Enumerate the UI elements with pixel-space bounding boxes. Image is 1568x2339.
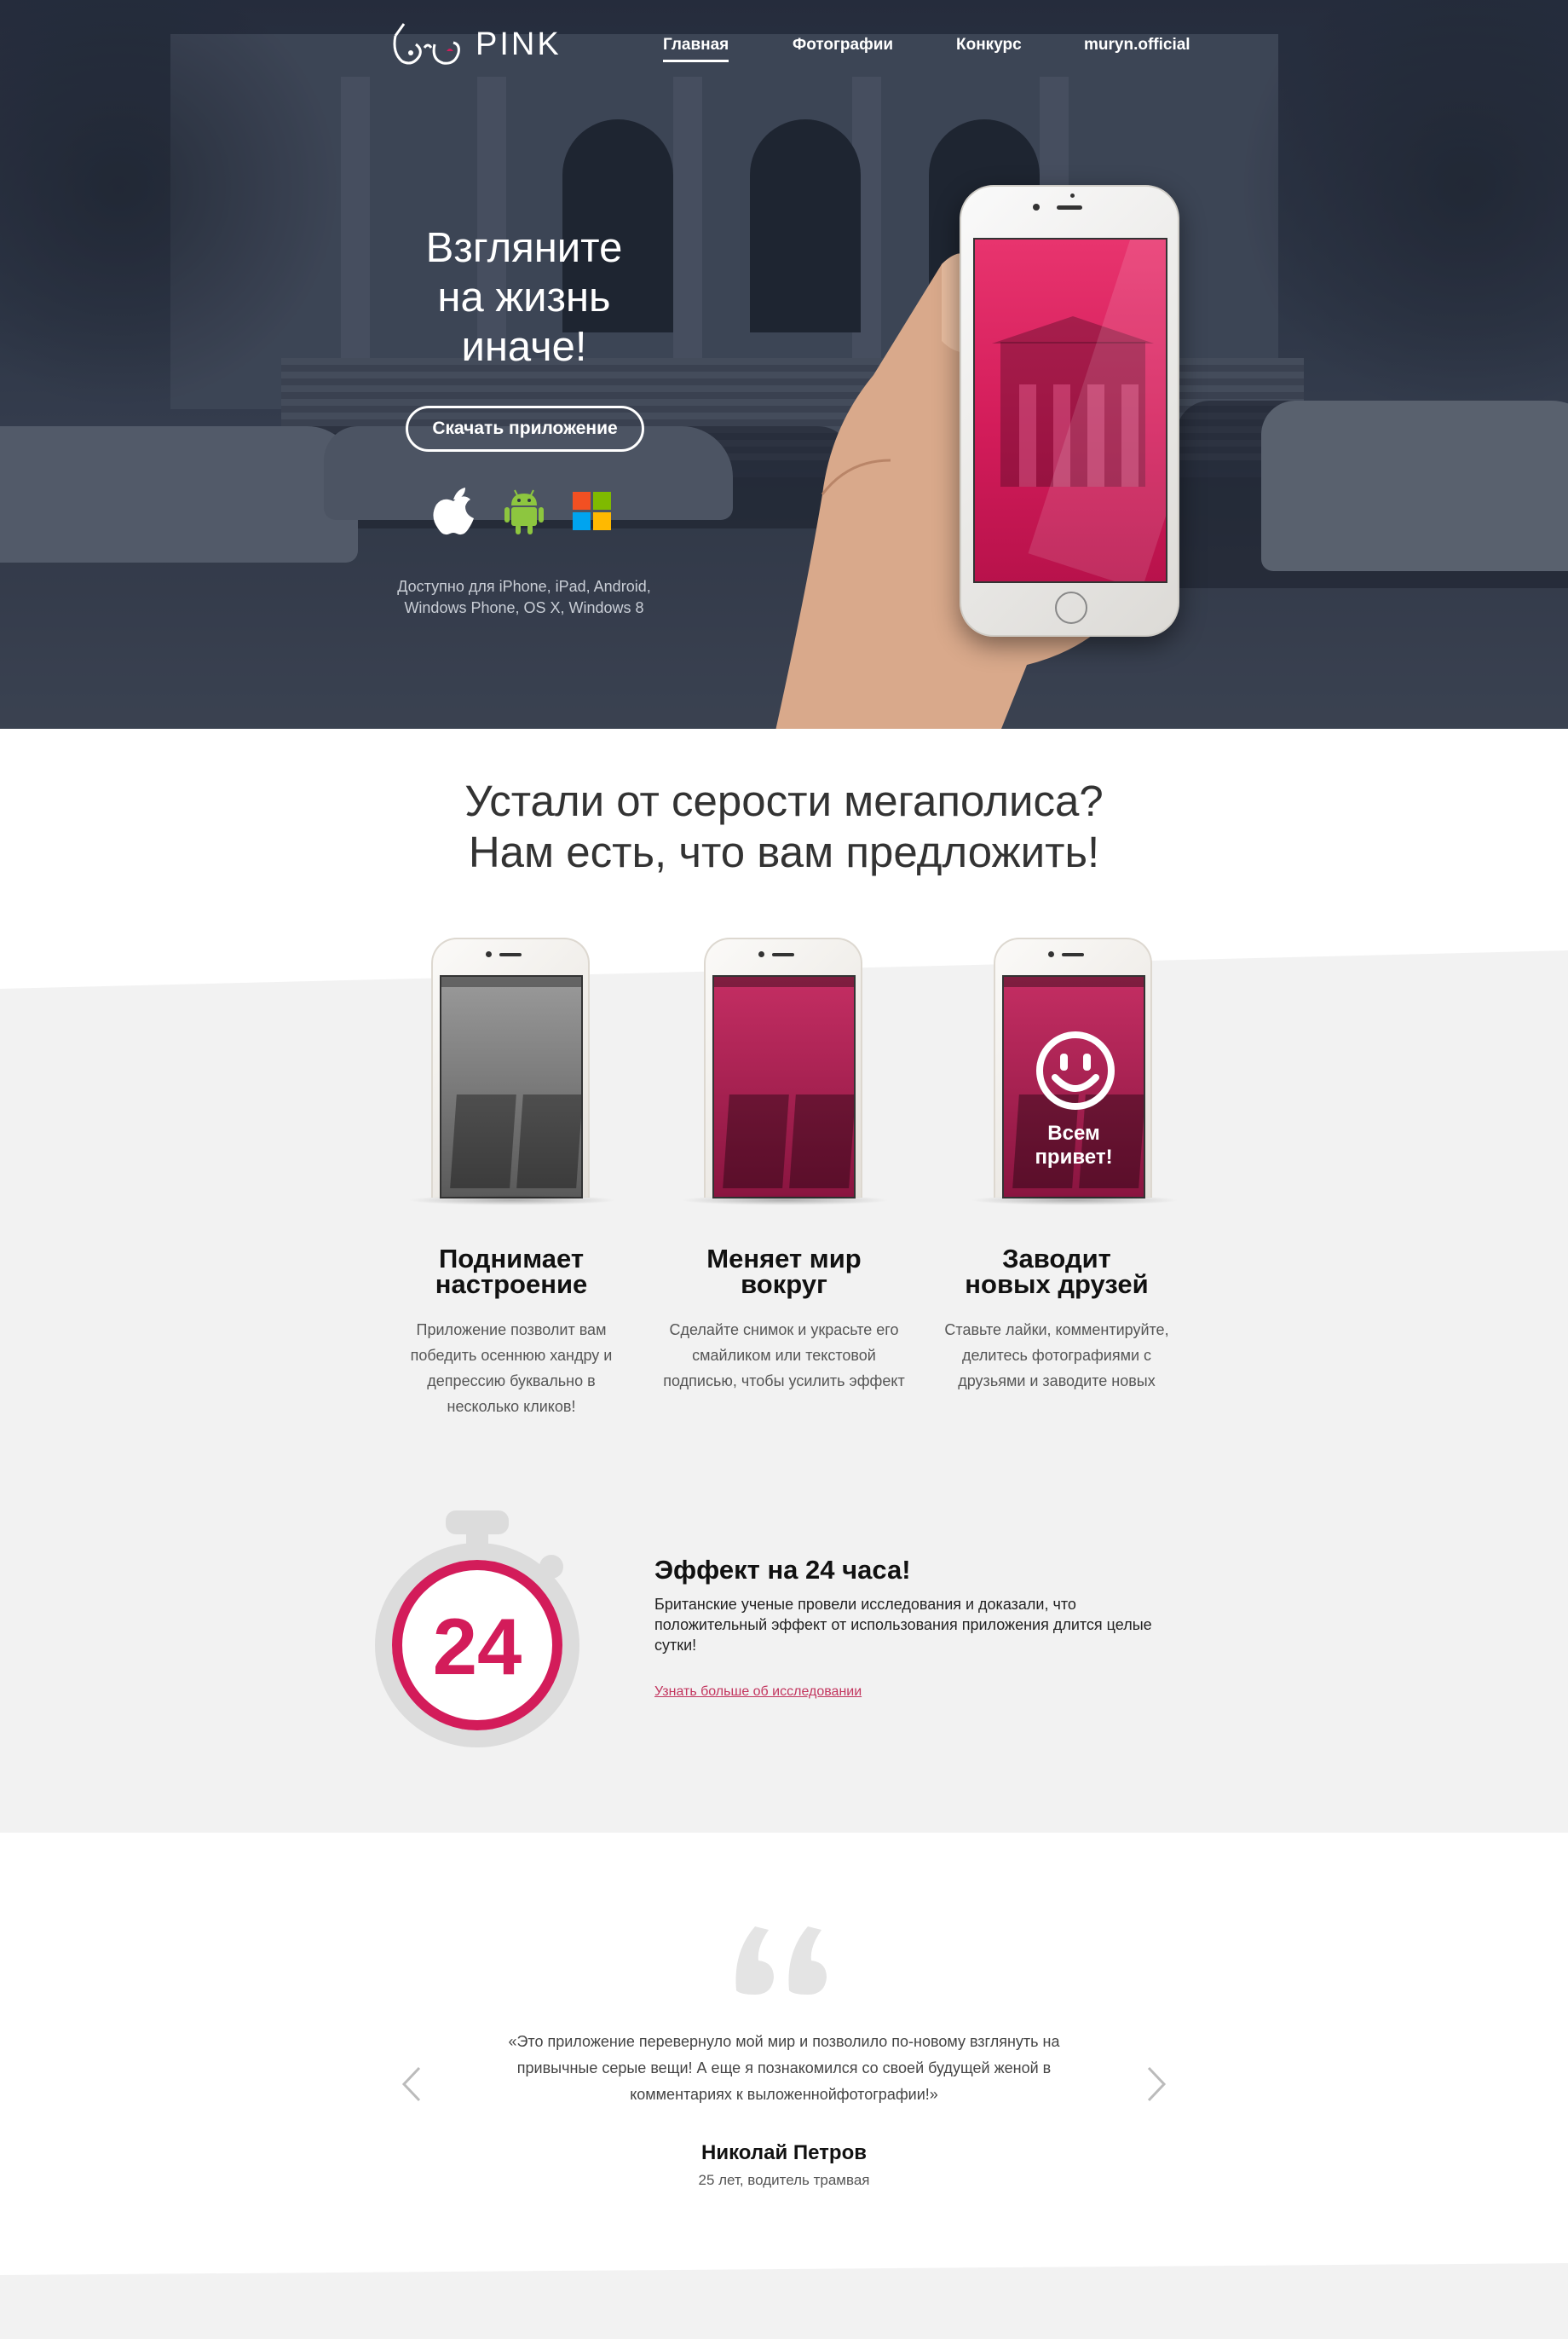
footer-background xyxy=(0,2263,1568,2339)
phone-screen-pink xyxy=(712,975,856,1198)
review-text-line: «Это приложение перевернуло мой мир и по… xyxy=(508,2033,1060,2050)
phone-speaker xyxy=(499,953,522,956)
phone-shadow xyxy=(970,1195,1179,1205)
screen-trash-bin xyxy=(789,1094,854,1188)
feature-text-line: делитесь фотографиями с xyxy=(961,1347,1151,1364)
feature-title-line: Заводит xyxy=(1002,1244,1111,1273)
next-arrow-icon[interactable] xyxy=(1142,2065,1171,2104)
effect-text-line: сутки! xyxy=(654,1637,697,1654)
feature-title-line: новых друзей xyxy=(965,1269,1149,1299)
phone-camera xyxy=(758,951,764,957)
phone-speaker xyxy=(772,953,794,956)
timer-number: 24 xyxy=(433,1602,522,1691)
feature-text-world: Сделайте снимок и украсьте его смайликом… xyxy=(656,1317,912,1394)
feature-title-line: Поднимает xyxy=(438,1244,585,1273)
feature-text-line: победить осеннюю хандру и xyxy=(410,1347,613,1364)
feature-text-mood: Приложение позволит вам победить осеннюю… xyxy=(383,1317,639,1419)
screen-trash-bin xyxy=(450,1094,516,1188)
download-app-button[interactable]: Скачать приложение xyxy=(406,406,644,452)
review-text-line: привычные серые вещи! А еще я познакомил… xyxy=(516,2059,1052,2076)
smiley-icon xyxy=(1036,1031,1115,1110)
screen-pillar xyxy=(1019,384,1036,487)
feature-title-friends: Заводит новых друзей xyxy=(929,1244,1185,1299)
phone-camera xyxy=(486,951,492,957)
phone-caption-line: Всем xyxy=(1047,1122,1100,1145)
effect-text: Британские ученые провели исследования и… xyxy=(654,1594,1183,1655)
feature-phone-friends: Всем привет! xyxy=(970,938,1179,1205)
feature-title-line: Меняет мир xyxy=(706,1244,862,1273)
effect-text-line: положительный эффект от использования пр… xyxy=(654,1616,1152,1633)
nav-item-home[interactable]: Главная xyxy=(663,36,729,62)
screen-trash-bin xyxy=(516,1094,581,1188)
windows-icon[interactable] xyxy=(573,492,612,531)
feature-text-line: Сделайте снимок и украсьте его xyxy=(669,1321,899,1338)
features-heading-line: Нам есть, что вам предложить! xyxy=(468,828,1100,876)
hero-title-line: Взгляните xyxy=(425,225,623,271)
feature-text-friends: Ставьте лайки, комментируйте, делитесь ф… xyxy=(929,1317,1185,1394)
nav-item-photos[interactable]: Фотографии xyxy=(793,36,893,55)
availability-note: Доступно для iPhone, iPad, Android, Wind… xyxy=(366,576,682,619)
phone-shadow xyxy=(680,1195,890,1205)
hero-title: Взгляните на жизнь иначе! xyxy=(341,223,707,372)
android-icon[interactable] xyxy=(504,488,544,534)
phone-status-bar xyxy=(441,977,581,987)
phone-screen xyxy=(973,238,1167,583)
feature-text-line: смайликом или текстовой xyxy=(692,1347,876,1364)
nav-item-official[interactable]: muryn.official xyxy=(1084,36,1190,55)
research-link[interactable]: Узнать больше об исследовании xyxy=(654,1684,862,1700)
phone-screen-grayscale xyxy=(440,975,583,1198)
review-author-name: Николай Петров xyxy=(701,2141,867,2164)
feature-text-line: Ставьте лайки, комментируйте, xyxy=(944,1321,1169,1338)
phone-caption: Всем привет! xyxy=(1004,1122,1144,1170)
phone-camera xyxy=(1048,951,1054,957)
logo-text: PINK xyxy=(476,26,562,62)
features-heading: Устали от серости мегаполиса? Нам есть, … xyxy=(358,776,1210,878)
feature-phone-world xyxy=(680,938,890,1205)
phone-screen-smiley: Всем привет! xyxy=(1002,975,1145,1198)
feature-phone-mood xyxy=(407,938,617,1205)
review-author-role: 25 лет, водитель трамвая xyxy=(698,2172,870,2188)
hero-title-line: иначе! xyxy=(461,324,587,370)
effect-title: Эффект на 24 часа! xyxy=(654,1555,911,1585)
phone-status-bar xyxy=(714,977,854,987)
availability-line: Windows Phone, OS X, Windows 8 xyxy=(404,599,644,616)
prev-arrow-icon[interactable] xyxy=(397,2065,426,2104)
feature-text-line: друзьями и заводите новых xyxy=(958,1372,1156,1389)
features-heading-line: Устали от серости мегаполиса? xyxy=(464,777,1104,825)
apple-icon[interactable] xyxy=(431,486,476,537)
phone-speaker xyxy=(1062,953,1084,956)
review-text-line: комментариях к выложеннойфотографии!» xyxy=(630,2086,938,2103)
feature-title-world: Меняет мир вокруг xyxy=(656,1244,912,1299)
phone-speaker xyxy=(1057,205,1082,210)
nav-item-contest[interactable]: Конкурс xyxy=(956,36,1022,55)
platform-icons xyxy=(431,486,612,537)
feature-title-mood: Поднимает настроение xyxy=(383,1244,639,1299)
feature-text-line: Приложение позволит вам xyxy=(416,1321,607,1338)
feature-title-line: вокруг xyxy=(741,1269,827,1299)
availability-line: Доступно для iPhone, iPad, Android, xyxy=(397,578,651,595)
phone-camera xyxy=(1033,204,1040,211)
quote-icon xyxy=(735,1926,827,1995)
phone-home-button xyxy=(1055,592,1087,624)
stopwatch-icon: 24 xyxy=(375,1510,579,1747)
phone-sensor xyxy=(1070,193,1075,198)
screen-trash-bin xyxy=(723,1094,789,1188)
hero-phone xyxy=(960,185,1179,637)
phone-status-bar xyxy=(1004,977,1144,987)
review-text: «Это приложение перевернуло мой мир и по… xyxy=(477,2029,1091,2108)
feature-text-line: депрессию буквально в xyxy=(427,1372,596,1389)
hero-title-line: на жизнь xyxy=(437,274,611,321)
feature-title-line: настроение xyxy=(435,1269,588,1299)
feature-text-line: несколько кликов! xyxy=(447,1398,576,1415)
phone-shadow xyxy=(407,1195,617,1205)
glasses-logo-icon xyxy=(393,23,460,65)
effect-text-line: Британские ученые провели исследования и… xyxy=(654,1596,1076,1613)
phone-caption-line: привет! xyxy=(1035,1146,1113,1169)
hero-section: PINK Главная Фотографии Конкурс muryn.of… xyxy=(0,0,1568,729)
logo[interactable]: PINK xyxy=(390,19,562,70)
feature-text-line: подписью, чтобы усилить эффект xyxy=(663,1372,905,1389)
